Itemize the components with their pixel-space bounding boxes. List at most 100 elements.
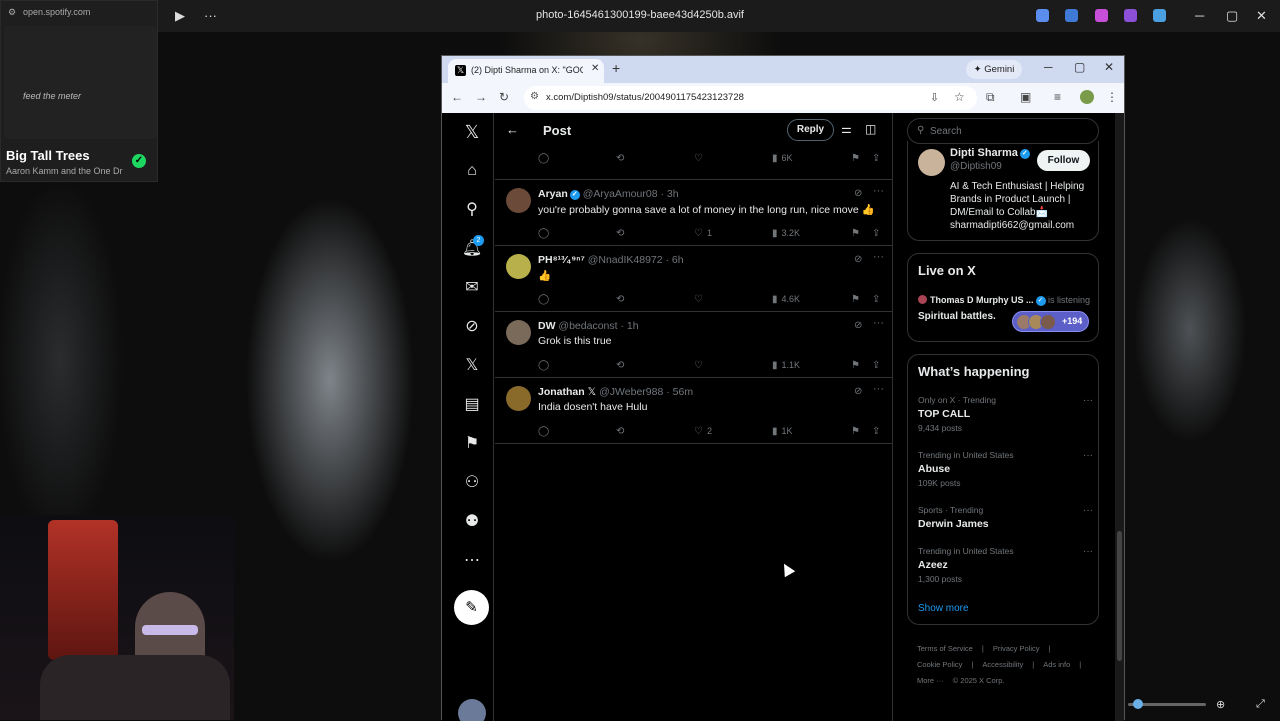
site-info-icon[interactable]: ⚙	[530, 91, 539, 102]
tweet-avatar[interactable]	[506, 188, 531, 213]
grok-icon[interactable]: ⊘	[461, 316, 483, 338]
tweet-author[interactable]: PH⁸¹³⁄₄⁹ⁿ⁷ @NnadIK48972 · 6h	[538, 254, 684, 266]
tab-active[interactable]: 𝕏 (2) Dipti Sharma on X: "GOOD ✕	[448, 59, 604, 83]
account-avatar[interactable]	[458, 699, 486, 721]
grok-explain-icon[interactable]: ⊘	[854, 386, 862, 397]
show-more-link[interactable]: Show more	[918, 603, 969, 614]
zoom-in-icon[interactable]: ⊕	[1216, 698, 1225, 711]
search-input[interactable]: ⚲ Search	[907, 118, 1099, 144]
tweet[interactable]: PH⁸¹³⁄₄⁹ⁿ⁷ @NnadIK48972 · 6h 👍 ⊘ ··· ◯ ⟲…	[495, 246, 893, 312]
layout-icon[interactable]: ◫	[865, 122, 876, 136]
author-email[interactable]: sharmadipti662@gmail.com	[950, 220, 1074, 231]
trend-more-icon[interactable]: ···	[1083, 450, 1093, 461]
tweet-more-icon[interactable]: ···	[873, 185, 884, 197]
trend-item[interactable]: Trending in United States Azeez 1,300 po…	[918, 546, 1093, 584]
views-action[interactable]: ▮ 6K	[772, 153, 793, 164]
profile-icon[interactable]: ⚉	[461, 511, 483, 533]
repost-action[interactable]: ⟲	[616, 153, 628, 164]
spotify-miniplayer[interactable]: ⚙ open.spotify.com feed the meter Big Ta…	[0, 0, 158, 182]
menu-icon[interactable]: ⋮	[1106, 90, 1118, 104]
tweet[interactable]: Aryan ✓ @AryaAmour08 · 3h you're probably…	[495, 180, 893, 246]
live-on-x-card[interactable]: Live on X Thomas D Murphy US ... ✓ is lis…	[907, 253, 1099, 342]
back-icon[interactable]: ←	[451, 90, 463, 104]
views-action[interactable]: ▮ 4.6K	[772, 294, 800, 305]
copilot-icon[interactable]	[1036, 9, 1049, 22]
share-action[interactable]: ⇪	[872, 228, 884, 239]
filter-icon[interactable]: ⚌	[841, 122, 852, 136]
maximize-button[interactable]: ▢	[1226, 8, 1238, 24]
explore-icon[interactable]: ⚲	[461, 199, 483, 221]
repost-action[interactable]: ⟲	[616, 294, 628, 305]
tweet-more-icon[interactable]: ···	[873, 317, 884, 329]
site-settings-icon[interactable]: ⚙	[8, 7, 16, 18]
reload-icon[interactable]: ↻	[499, 90, 509, 104]
reply-button[interactable]: Reply	[787, 119, 834, 141]
grok-explain-icon[interactable]: ⊘	[854, 254, 862, 265]
author-avatar[interactable]	[918, 149, 945, 176]
reply-action[interactable]: ◯	[538, 153, 553, 164]
onedrive-icon[interactable]	[1153, 9, 1166, 22]
lists-icon[interactable]: ▤	[461, 394, 483, 416]
back-arrow-icon[interactable]: ←	[506, 122, 519, 137]
repost-action[interactable]: ⟲	[616, 228, 628, 239]
extensions-icon[interactable]: ⧉	[986, 90, 995, 105]
profile-avatar[interactable]	[1080, 90, 1094, 104]
tweet-author[interactable]: Jonathan 𝕏 @JWeber988 · 56m	[538, 386, 693, 398]
trend-item[interactable]: Sports · Trending Derwin James ···	[918, 505, 1093, 530]
more-circle-icon[interactable]: ⋯	[461, 550, 483, 572]
forward-icon[interactable]: →	[475, 90, 487, 104]
reply-action[interactable]: ◯	[538, 228, 553, 239]
author-handle[interactable]: @Diptish09	[950, 161, 1002, 172]
ads-info-link[interactable]: Ads info	[1043, 660, 1070, 669]
bookmark-action[interactable]: ⚑	[851, 360, 864, 371]
install-app-icon[interactable]: ⇩	[930, 91, 939, 104]
tab-search-icon[interactable]: ▣	[1020, 90, 1031, 104]
bookmark-star-icon[interactable]: ☆	[954, 90, 965, 104]
zoom-slider-knob[interactable]	[1133, 699, 1143, 709]
privacy-link[interactable]: Privacy Policy	[993, 644, 1040, 653]
tweet-author[interactable]: Aryan ✓ @AryaAmour08 · 3h	[538, 188, 679, 200]
premium-x-icon[interactable]: 𝕏	[461, 355, 483, 377]
like-action[interactable]: ♡	[694, 153, 707, 164]
trend-item[interactable]: Trending in United States Abuse 109K pos…	[918, 450, 1093, 488]
new-tab-button[interactable]: +	[612, 60, 620, 76]
terms-link[interactable]: Terms of Service	[917, 644, 973, 653]
designer-icon[interactable]	[1124, 9, 1137, 22]
like-action[interactable]: ♡	[694, 294, 707, 305]
bookmark-action[interactable]: ⚑	[851, 228, 864, 239]
cookie-link[interactable]: Cookie Policy	[917, 660, 962, 669]
views-action[interactable]: ▮ 1.1K	[772, 360, 800, 371]
trend-more-icon[interactable]: ···	[1083, 505, 1093, 516]
tweet-avatar[interactable]	[506, 320, 531, 345]
bookmark-action[interactable]: ⚑	[851, 153, 864, 164]
compose-post-button[interactable]: ✎	[454, 590, 489, 625]
follow-button[interactable]: Follow	[1037, 150, 1090, 171]
live-host[interactable]: Thomas D Murphy US ... ✓ is listening	[918, 295, 1090, 306]
tweet-avatar[interactable]	[506, 386, 531, 411]
communities-icon[interactable]: ⚇	[461, 472, 483, 494]
reply-action[interactable]: ◯	[538, 360, 553, 371]
tweet-more-icon[interactable]: ···	[873, 383, 884, 395]
trend-item[interactable]: Only on X · Trending TOP CALL 9,434 post…	[918, 395, 1093, 433]
repost-action[interactable]: ⟲	[616, 426, 628, 437]
share-action[interactable]: ⇪	[872, 153, 884, 164]
share-action[interactable]: ⇪	[872, 360, 884, 371]
author-name[interactable]: Dipti Sharma ✓	[950, 147, 1030, 159]
share-action[interactable]: ⇪	[872, 294, 884, 305]
grok-explain-icon[interactable]: ⊘	[854, 320, 862, 331]
window-minimize-button[interactable]: ─	[1044, 60, 1053, 74]
x-logo-icon[interactable]: 𝕏	[461, 121, 483, 143]
tweet[interactable]: DW @bedaconst · 1h Grok is this true ⊘ ·…	[495, 312, 893, 378]
like-action[interactable]: ♡ 1	[694, 228, 712, 239]
views-action[interactable]: ▮ 3.2K	[772, 228, 800, 239]
repost-action[interactable]: ⟲	[616, 360, 628, 371]
page-scrollbar-thumb[interactable]	[1117, 531, 1122, 661]
views-action[interactable]: ▮ 1K	[772, 426, 793, 437]
like-action[interactable]: ♡ 2	[694, 426, 712, 437]
trend-more-icon[interactable]: ···	[1083, 395, 1093, 406]
tweet-more-icon[interactable]: ···	[873, 251, 884, 263]
trend-more-icon[interactable]: ···	[1083, 546, 1093, 557]
home-icon[interactable]: ⌂	[461, 160, 483, 182]
media-controls-icon[interactable]: ≡	[1054, 90, 1061, 104]
address-bar[interactable]: ⚙ x.com/Diptish09/status/200490117542312…	[524, 86, 977, 110]
